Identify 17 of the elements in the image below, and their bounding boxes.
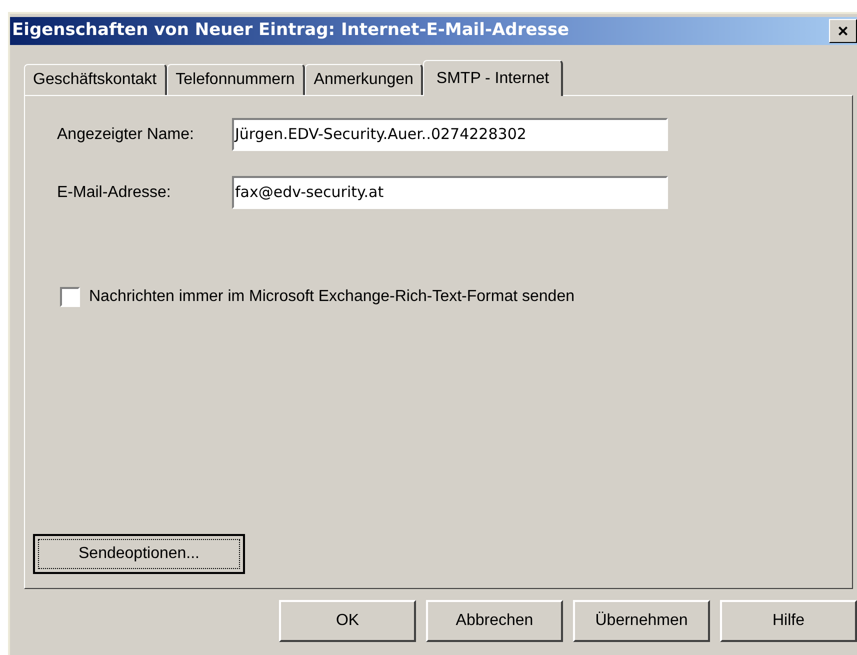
close-button[interactable]: ×: [829, 19, 857, 43]
send-options-button[interactable]: Sendeoptionen...: [33, 534, 245, 574]
checkbox-label: Nachrichten immer im Microsoft Exchange-Rich-Text-Format senden: [89, 287, 574, 307]
field-label: E-Mail-Adresse:: [57, 182, 172, 202]
tab[interactable]: Telefonnummern: [166, 64, 305, 95]
dialog-button[interactable]: Übernehmen: [573, 600, 710, 642]
dialog-button[interactable]: Abbrechen: [426, 600, 563, 642]
input-field[interactable]: fax@edv-security.at: [232, 176, 668, 209]
field-label: Angezeigter Name:: [57, 124, 195, 144]
tab[interactable]: Geschäftskontakt: [24, 64, 167, 95]
tab[interactable]: SMTP - Internet: [423, 60, 564, 96]
dialog-button[interactable]: OK: [279, 600, 416, 642]
input-field[interactable]: Jürgen.EDV-Security.Auer..0274228302: [232, 118, 668, 151]
window-title: Eigenschaften von Neuer Eintrag: Internet-E-Mail-Adresse: [12, 19, 570, 42]
dialog-button[interactable]: Hilfe: [720, 600, 857, 642]
checkbox[interactable]: [60, 287, 80, 307]
tab[interactable]: Anmerkungen: [304, 64, 424, 95]
